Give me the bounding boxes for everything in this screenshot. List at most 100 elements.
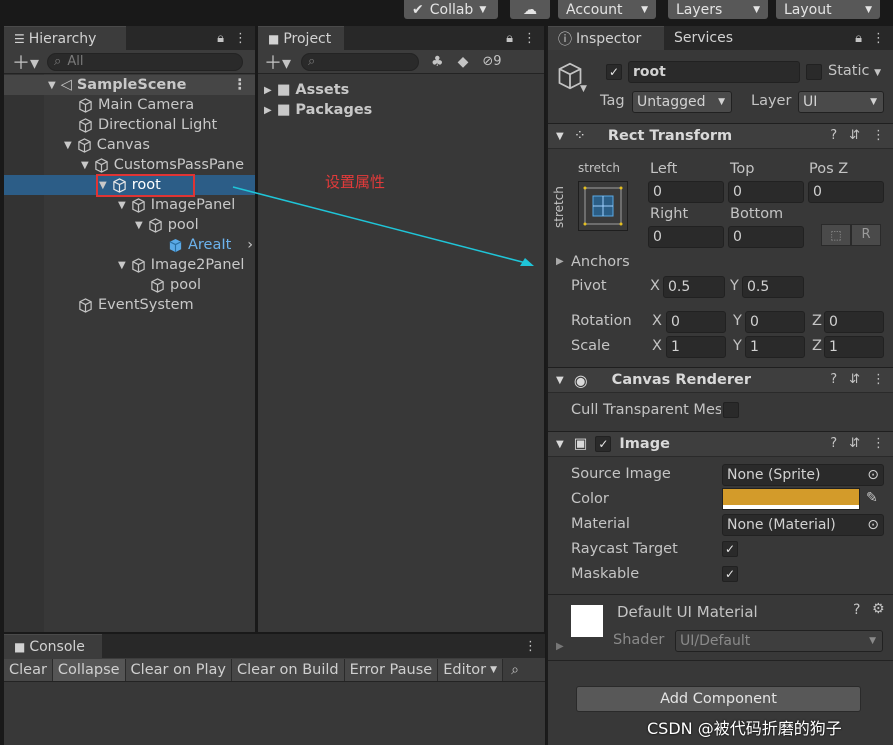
settings-sliders-icon[interactable]: ⇵: [849, 436, 860, 451]
clear-on-build-button[interactable]: Clear on Build: [232, 658, 345, 681]
help-icon[interactable]: ?: [830, 436, 837, 451]
scale-z-field[interactable]: 1: [824, 336, 884, 358]
collab-button[interactable]: ✔ Collab ▼: [404, 0, 498, 19]
blueprint-mode-button[interactable]: ⬚: [821, 224, 851, 246]
add-button[interactable]: ＋▾: [264, 49, 291, 75]
hierarchy-item[interactable]: ▼ CustomsPassPane: [81, 155, 255, 175]
tab-project[interactable]: ■ Project: [258, 26, 344, 50]
filter-type-icon[interactable]: ♣: [431, 54, 444, 70]
scale-x-field[interactable]: 1: [666, 336, 726, 358]
cull-transparent-checkbox[interactable]: [723, 402, 739, 418]
hierarchy-item[interactable]: Main Camera: [78, 95, 194, 115]
expand-arrow-icon[interactable]: ▶: [556, 256, 564, 267]
object-picker-icon[interactable]: ⊙: [867, 467, 879, 483]
raw-edit-button[interactable]: R: [851, 224, 881, 246]
cloud-button[interactable]: ☁: [510, 0, 550, 19]
help-icon[interactable]: ?: [830, 372, 837, 387]
lock-icon[interactable]: 🔒︎: [217, 31, 224, 46]
static-dropdown[interactable]: Static ▼: [828, 63, 881, 79]
label-icon[interactable]: ◆: [458, 54, 469, 70]
menu-icon[interactable]: ⋮: [523, 31, 536, 46]
menu-icon[interactable]: ⋮: [233, 77, 248, 93]
object-name-field[interactable]: root: [628, 61, 800, 83]
hierarchy-item[interactable]: ▼ ImagePanel: [118, 195, 235, 215]
clear-button[interactable]: Clear: [4, 658, 53, 681]
expand-arrow-icon[interactable]: ▼: [135, 220, 143, 231]
folder-item[interactable]: ▶ ■ Packages: [264, 100, 372, 120]
shader-dropdown[interactable]: UI/Default ▼: [675, 630, 883, 652]
scale-y-field[interactable]: 1: [745, 336, 805, 358]
menu-icon[interactable]: ⋮: [872, 372, 885, 387]
hierarchy-item[interactable]: EventSystem: [78, 295, 194, 315]
pivot-x-field[interactable]: 0.5: [663, 276, 725, 298]
menu-icon[interactable]: ⋮: [524, 639, 537, 654]
active-checkbox[interactable]: ✓: [606, 64, 622, 80]
help-icon[interactable]: ?: [830, 128, 837, 143]
layout-dropdown[interactable]: Layout ▼: [776, 0, 880, 19]
scene-row[interactable]: ▼ ◁ SampleScene ⋮: [4, 75, 255, 95]
anchor-presets-button[interactable]: [578, 181, 628, 231]
chevron-down-icon[interactable]: ▼: [580, 84, 587, 94]
top-field[interactable]: 0: [728, 181, 804, 203]
left-field[interactable]: 0: [648, 181, 724, 203]
maskable-checkbox[interactable]: ✓: [722, 566, 738, 582]
expand-arrow-icon[interactable]: ▶: [264, 105, 272, 116]
rotation-y-field[interactable]: 0: [745, 311, 805, 333]
expand-arrow-icon[interactable]: ▶: [556, 641, 564, 652]
clear-on-play-button[interactable]: Clear on Play: [125, 658, 232, 681]
add-component-button[interactable]: Add Component: [576, 686, 861, 712]
settings-sliders-icon[interactable]: ⇵: [849, 372, 860, 387]
gear-icon[interactable]: ⚙: [872, 601, 885, 617]
static-checkbox[interactable]: [806, 64, 822, 80]
rotation-x-field[interactable]: 0: [666, 311, 726, 333]
canvas-renderer-header[interactable]: ▼ ◉ Canvas Renderer ? ⇵ ⋮: [548, 367, 893, 393]
tag-dropdown[interactable]: Untagged ▼: [632, 91, 732, 113]
source-image-field[interactable]: None (Sprite) ⊙: [722, 464, 884, 486]
object-picker-icon[interactable]: ⊙: [867, 517, 879, 533]
search-input[interactable]: ⌕: [301, 52, 420, 71]
material-field[interactable]: None (Material) ⊙: [722, 514, 884, 536]
tab-inspector[interactable]: ⓘ Inspector: [548, 26, 664, 50]
rotation-z-field[interactable]: 0: [824, 311, 884, 333]
search-icon[interactable]: ⌕: [511, 662, 519, 678]
collapse-button[interactable]: Collapse: [52, 658, 126, 681]
menu-icon[interactable]: ⋮: [872, 436, 885, 451]
hierarchy-item[interactable]: ▼ Image2Panel: [118, 255, 244, 275]
expand-arrow-icon[interactable]: ▶: [264, 85, 272, 96]
tab-hierarchy[interactable]: ☰ Hierarchy: [4, 26, 126, 50]
hierarchy-item[interactable]: ▼ pool: [135, 215, 199, 235]
hierarchy-item[interactable]: ▼ Canvas: [64, 135, 150, 155]
settings-sliders-icon[interactable]: ⇵: [849, 128, 860, 143]
hierarchy-item[interactable]: pool: [150, 275, 201, 295]
posz-field[interactable]: 0: [808, 181, 884, 203]
menu-icon[interactable]: ⋮: [872, 31, 885, 46]
expand-arrow-icon[interactable]: ▼: [118, 200, 126, 211]
lock-icon[interactable]: 🔒︎: [506, 31, 513, 46]
expand-arrow-icon[interactable]: ▼: [118, 260, 126, 271]
lock-icon[interactable]: 🔒︎: [855, 31, 862, 46]
menu-icon[interactable]: ⋮: [872, 128, 885, 143]
add-button[interactable]: ＋▾: [12, 49, 39, 75]
raycast-target-checkbox[interactable]: ✓: [722, 541, 738, 557]
image-header[interactable]: ▼ ▣ ✓ Image ? ⇵ ⋮: [548, 431, 893, 457]
hidden-count-button[interactable]: ⊘9: [482, 54, 501, 69]
search-input[interactable]: ⌕ All: [47, 52, 244, 71]
expand-arrow-icon[interactable]: ▼: [81, 160, 89, 171]
tab-console[interactable]: ■ Console: [4, 634, 102, 658]
expand-arrow-icon[interactable]: ▼: [64, 140, 72, 151]
rect-transform-header[interactable]: ▼ ⁘ Rect Transform ? ⇵ ⋮: [548, 123, 893, 149]
editor-dropdown[interactable]: Editor ▼: [438, 658, 504, 681]
anchors-foldout[interactable]: Anchors: [571, 254, 630, 270]
account-dropdown[interactable]: Account ▼: [558, 0, 656, 19]
error-pause-button[interactable]: Error Pause: [344, 658, 439, 681]
pivot-y-field[interactable]: 0.5: [742, 276, 804, 298]
image-enabled-checkbox[interactable]: ✓: [595, 436, 612, 452]
right-field[interactable]: 0: [648, 226, 724, 248]
bottom-field[interactable]: 0: [728, 226, 804, 248]
hierarchy-item[interactable]: Directional Light: [78, 115, 217, 135]
folder-item[interactable]: ▶ ■ Assets: [264, 80, 349, 100]
menu-icon[interactable]: ⋮: [234, 31, 247, 46]
tab-services[interactable]: Services: [664, 26, 746, 50]
eyedropper-icon[interactable]: ✎: [866, 490, 878, 506]
help-icon[interactable]: ?: [853, 602, 860, 618]
